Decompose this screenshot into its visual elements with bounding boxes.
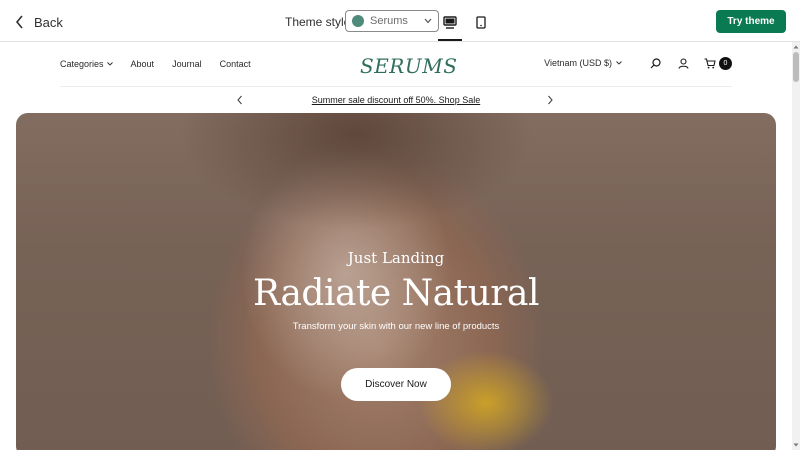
header-divider — [60, 86, 732, 87]
main-menu: Categories About Journal Contact — [60, 59, 251, 69]
nav-item-label: Contact — [219, 59, 251, 69]
chevron-left-icon — [15, 15, 23, 29]
account-button[interactable] — [676, 56, 690, 70]
nav-item-about[interactable]: About — [131, 59, 155, 69]
scrollbar-thumb[interactable] — [793, 52, 799, 82]
scroll-down-icon[interactable] — [793, 442, 799, 448]
currency-selector[interactable]: Vietnam (USD $) — [544, 58, 622, 68]
chevron-down-icon — [106, 62, 113, 66]
active-device-indicator — [438, 39, 462, 41]
search-icon — [650, 57, 661, 68]
chevron-right-icon[interactable] — [546, 95, 554, 105]
mobile-icon — [476, 15, 486, 29]
account-icon — [677, 57, 689, 69]
theme-style-value: Serums — [370, 15, 408, 27]
announcement-bar: Summer sale discount off 50%. Shop Sale — [0, 88, 792, 112]
theme-color-swatch — [352, 15, 364, 27]
back-label: Back — [34, 14, 63, 30]
nav-item-label: About — [130, 59, 155, 69]
cart-icon — [704, 57, 716, 68]
theme-style-select[interactable]: Serums — [345, 10, 439, 32]
store-preview: Categories About Journal Contact SERUMS … — [0, 42, 792, 450]
nav-item-categories[interactable]: Categories — [60, 59, 113, 69]
hero-banner: Just Landing Radiate Natural Transform y… — [16, 113, 776, 450]
preview-scrollbar[interactable] — [792, 42, 800, 450]
try-theme-button[interactable]: Try theme — [716, 10, 786, 33]
announcement-link[interactable]: Summer sale discount off 50%. Shop Sale — [0, 95, 792, 105]
store-logo[interactable]: SERUMS — [360, 54, 457, 78]
scroll-up-icon[interactable] — [793, 44, 799, 50]
nav-item-label: Categories — [60, 59, 104, 69]
desktop-icon — [443, 15, 457, 29]
chevron-down-icon — [616, 61, 622, 65]
nav-item-journal[interactable]: Journal — [172, 59, 202, 69]
hero-subtext: Transform your skin with our new line of… — [292, 321, 500, 332]
mobile-view-button[interactable] — [469, 10, 493, 34]
cart-button[interactable]: 0 — [704, 56, 732, 70]
back-button[interactable]: Back — [14, 12, 63, 32]
theme-preview-toolbar: Back Theme styles Serums Try theme — [0, 0, 800, 42]
currency-value: Vietnam (USD $) — [544, 58, 612, 68]
nav-item-contact[interactable]: Contact — [220, 59, 251, 69]
search-button[interactable] — [648, 56, 662, 70]
hero-headline: Radiate Natural — [253, 273, 539, 314]
hero-eyebrow: Just Landing — [347, 249, 445, 267]
cart-count-badge: 0 — [719, 56, 732, 70]
nav-item-label: Journal — [172, 59, 202, 69]
header-actions: Vietnam (USD $) 0 — [544, 56, 732, 70]
chevron-down-icon — [424, 18, 432, 24]
store-header: Categories About Journal Contact SERUMS … — [60, 42, 732, 86]
discover-now-button[interactable]: Discover Now — [341, 368, 451, 401]
desktop-view-button[interactable] — [438, 10, 462, 34]
